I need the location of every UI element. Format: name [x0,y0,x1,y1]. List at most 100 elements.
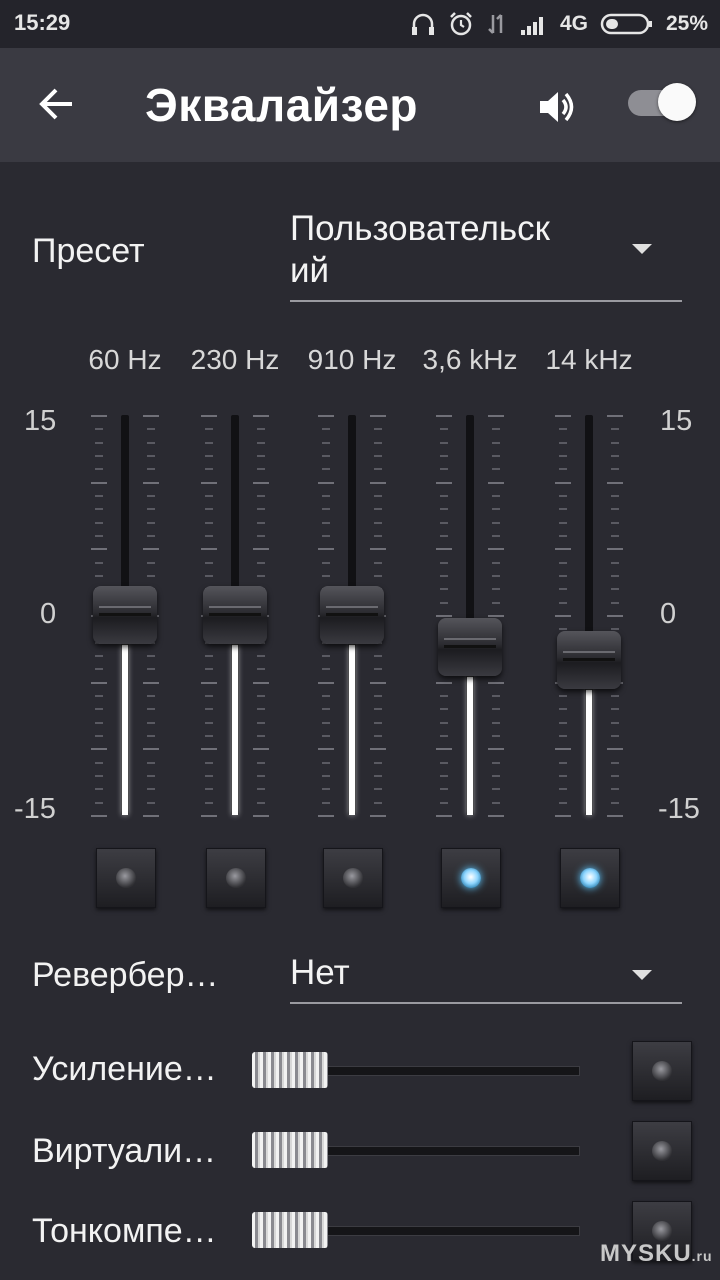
bass-boost-toggle[interactable] [632,1041,692,1101]
scale-tick [374,735,382,737]
loudness-slider[interactable] [252,1212,580,1248]
scale-tick [440,562,448,564]
watermark-text: MYSKU [600,1240,692,1267]
back-button[interactable] [30,76,86,132]
scale-tick [257,508,265,510]
toggle-knob[interactable] [658,83,696,121]
equalizer-toggle[interactable] [628,83,696,121]
scale-tick [257,442,265,444]
scale-tick [147,788,155,790]
scale-tick [257,788,265,790]
led-indicator-icon [652,1221,672,1241]
scale-tick [322,495,330,497]
scale-tick [95,722,103,724]
scale-right-min: -15 [658,793,700,825]
status-icons: 4G 25% [410,10,708,38]
band-slider-knob[interactable] [438,618,502,676]
network-type: 4G [559,12,588,35]
volume-button[interactable] [534,84,580,130]
scale-tick [374,708,382,710]
scale-tick [440,575,448,577]
scale-tick [322,775,330,777]
reverb-dropdown[interactable]: Нет [290,952,682,1004]
scale-tick [436,615,452,617]
scale-tick [440,695,448,697]
band-slider-fill [349,645,355,815]
scale-tick [91,548,107,550]
preset-dropdown[interactable]: Пользовательск ий [290,208,682,302]
scale-tick [440,428,448,430]
scale-tick [205,722,213,724]
bass-boost-slider[interactable] [252,1052,580,1088]
scale-tick [555,482,571,484]
scale-tick [440,775,448,777]
scale-tick [374,788,382,790]
watermark: MYSKU.ru [600,1240,713,1268]
scale-tick [440,708,448,710]
scale-tick [147,655,155,657]
scale-tick [370,482,386,484]
band-toggle-button[interactable] [96,848,156,908]
band-slider-fill [467,677,473,815]
scale-tick [440,508,448,510]
band-toggle-button[interactable] [206,848,266,908]
scale-tick [201,815,217,817]
band-slider-knob[interactable] [320,586,384,644]
slider-thumb[interactable] [252,1052,328,1088]
scale-tick [488,415,504,417]
scale-tick [374,442,382,444]
band-toggle-button[interactable] [441,848,501,908]
scale-tick [318,815,334,817]
virtualizer-label: Виртуали… [32,1132,217,1170]
scale-tick [205,802,213,804]
scale-tick [492,775,500,777]
scale-tick [488,682,504,684]
scale-tick [322,455,330,457]
scale-tick [205,442,213,444]
scale-tick [201,748,217,750]
scale-tick [147,708,155,710]
slider-thumb[interactable] [252,1212,328,1248]
scale-tick [257,802,265,804]
scale-tick [559,522,567,524]
slider-thumb[interactable] [252,1132,328,1168]
scale-tick [147,722,155,724]
scale-tick [611,535,619,537]
scale-tick [559,775,567,777]
alarm-icon [450,12,472,36]
virtualizer-toggle[interactable] [632,1121,692,1181]
band-frequency-label: 60 Hz [88,344,162,375]
band-slider-knob[interactable] [93,586,157,644]
band-toggle-button[interactable] [323,848,383,908]
band-slider-knob[interactable] [203,586,267,644]
scale-tick [257,735,265,737]
scale-tick [440,468,448,470]
band-toggle-button[interactable] [560,848,620,908]
scale-tick [440,788,448,790]
scale-tick [91,682,107,684]
scale-tick [205,668,213,670]
band-slider-knob[interactable] [557,631,621,689]
scale-tick [322,442,330,444]
scale-tick [147,735,155,737]
scale-tick [374,655,382,657]
scale-tick [91,748,107,750]
led-indicator-icon [580,868,600,888]
scale-tick [440,535,448,537]
speaker-icon [540,92,574,122]
led-indicator-icon [652,1141,672,1161]
scale-tick [492,802,500,804]
scale-tick [374,428,382,430]
scale-tick [318,748,334,750]
led-indicator-icon [116,868,136,888]
scale-tick [440,495,448,497]
scale-tick [95,735,103,737]
scale-tick [559,495,567,497]
led-indicator-icon [226,868,246,888]
preset-label: Пресет [32,232,145,270]
scale-tick [95,428,103,430]
scale-tick [257,522,265,524]
scale-tick [559,535,567,537]
virtualizer-slider[interactable] [252,1132,580,1168]
scale-tick [559,628,567,630]
